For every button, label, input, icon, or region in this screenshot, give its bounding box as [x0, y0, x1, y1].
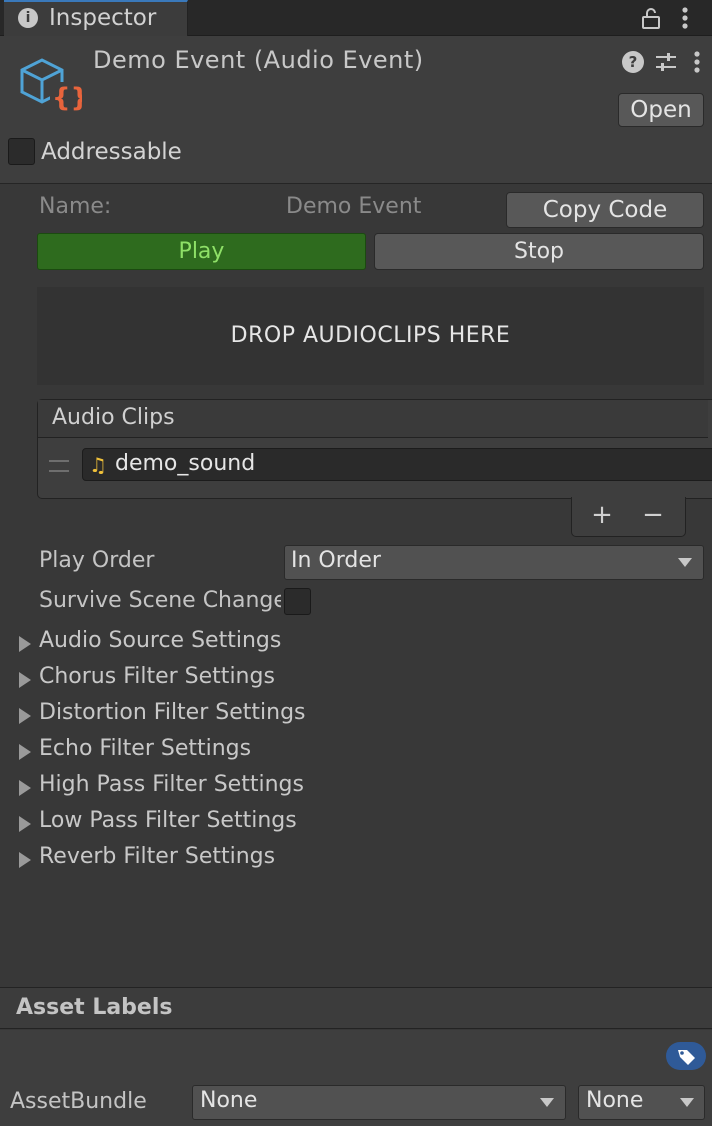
foldout-arrow-icon [19, 636, 31, 652]
foldout-reverb-filter-settings[interactable]: Reverb Filter Settings [17, 844, 317, 878]
scriptable-object-icon: {} [20, 58, 82, 112]
open-button[interactable]: Open [618, 93, 704, 127]
asset-bundle-variant-value: None [586, 1088, 644, 1113]
foldout-high-pass-filter-settings[interactable]: High Pass Filter Settings [17, 772, 317, 806]
foldout-label: Distortion Filter Settings [39, 700, 306, 725]
audio-clips-title: Audio Clips [52, 405, 175, 430]
info-icon: i [18, 8, 38, 28]
play-order-label: Play Order [39, 548, 155, 573]
audioclip-drop-zone[interactable]: DROP AUDIOCLIPS HERE [37, 287, 704, 385]
add-clip-button[interactable]: + [589, 500, 615, 530]
presets-icon[interactable] [654, 50, 678, 74]
foldout-label: Echo Filter Settings [39, 736, 252, 761]
svg-text:{}: {} [52, 83, 82, 112]
play-button[interactable]: Play [37, 233, 366, 270]
chevron-down-icon [678, 558, 692, 567]
foldout-low-pass-filter-settings[interactable]: Low Pass Filter Settings [17, 808, 317, 842]
foldout-arrow-icon [19, 672, 31, 688]
survive-scene-changes-label: Survive Scene Changes [39, 588, 281, 613]
foldout-label: Chorus Filter Settings [39, 664, 275, 689]
foldout-arrow-icon [19, 816, 31, 832]
foldout-chorus-filter-settings[interactable]: Chorus Filter Settings [17, 664, 317, 698]
asset-bundle-label: AssetBundle [10, 1089, 147, 1114]
component-menu-icon[interactable] [690, 50, 704, 74]
tag-icon[interactable] [666, 1042, 706, 1070]
kebab-menu-icon[interactable] [678, 6, 692, 30]
chevron-down-icon [680, 1098, 694, 1107]
foldout-distortion-filter-settings[interactable]: Distortion Filter Settings [17, 700, 317, 734]
stop-button[interactable]: Stop [374, 233, 704, 270]
addressable-label: Addressable [41, 139, 182, 165]
asset-title: Demo Event (Audio Event) [93, 46, 424, 74]
foldout-arrow-icon [19, 780, 31, 796]
asset-bundle-value: None [200, 1088, 258, 1113]
foldout-arrow-icon [19, 708, 31, 724]
help-icon[interactable]: ? [622, 51, 644, 73]
tab-label: Inspector [49, 5, 157, 31]
chevron-down-icon [540, 1098, 554, 1107]
copy-code-button[interactable]: Copy Code [506, 192, 704, 228]
foldout-label: Low Pass Filter Settings [39, 808, 297, 833]
name-value: Demo Event [286, 194, 422, 219]
addressable-checkbox[interactable] [8, 138, 35, 165]
remove-clip-button[interactable]: − [640, 500, 666, 530]
lock-icon[interactable] [640, 6, 662, 30]
foldout-echo-filter-settings[interactable]: Echo Filter Settings [17, 736, 317, 770]
audio-clip-icon: ♫ [89, 453, 107, 477]
foldout-label: High Pass Filter Settings [39, 772, 304, 797]
audio-clip-label: demo_sound [115, 451, 256, 476]
play-order-value: In Order [291, 548, 381, 573]
foldout-arrow-icon [19, 852, 31, 868]
foldout-arrow-icon [19, 744, 31, 760]
foldout-label: Reverb Filter Settings [39, 844, 276, 869]
drag-handle-icon[interactable] [49, 460, 69, 472]
asset-labels-title: Asset Labels [16, 995, 173, 1020]
survive-scene-changes-checkbox[interactable] [284, 588, 311, 615]
name-label: Name: [39, 194, 112, 219]
foldout-label: Audio Source Settings [39, 628, 282, 653]
foldout-audio-source-settings[interactable]: Audio Source Settings [17, 628, 317, 662]
